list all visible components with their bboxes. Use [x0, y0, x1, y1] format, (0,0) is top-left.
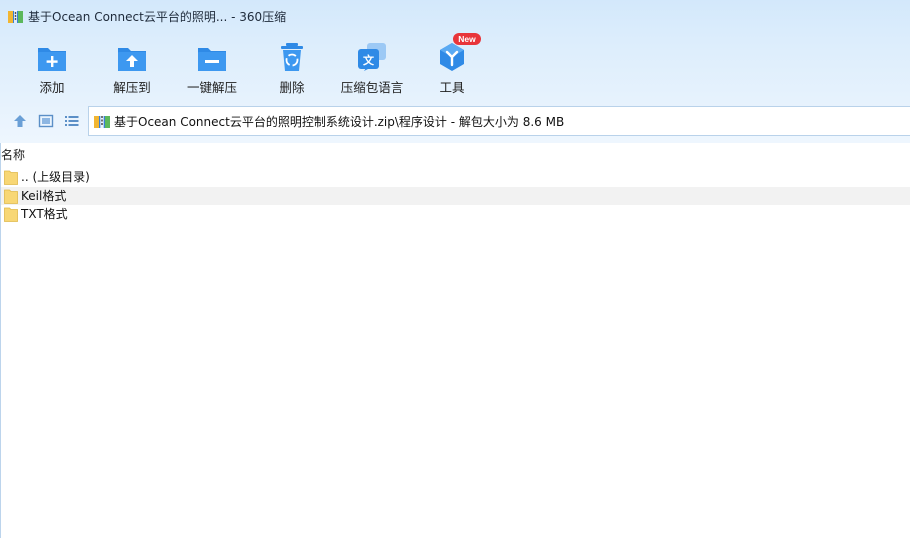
folder-add-icon — [38, 48, 66, 71]
folder-icon — [4, 189, 18, 204]
new-badge: New — [453, 33, 481, 45]
address-bar[interactable]: 基于Ocean Connect云平台的照明控制系统设计.zip\程序设计 - 解… — [88, 106, 910, 136]
svg-text:文: 文 — [363, 53, 375, 67]
delete-label: 删除 — [279, 80, 305, 95]
thumbnail-view-icon[interactable] — [37, 112, 55, 130]
delete-button[interactable]: 删除 — [252, 38, 332, 98]
address-path: 基于Ocean Connect云平台的照明控制系统设计.zip\程序设计 - 解… — [114, 115, 565, 129]
add-button[interactable]: 添加 — [12, 38, 92, 98]
zip-archive-icon — [94, 114, 110, 128]
window-title: 基于Ocean Connect云平台的照明... - 360压缩 — [28, 10, 287, 24]
window-left-border — [0, 143, 1, 538]
translate-icon: 文 — [358, 43, 386, 71]
title-bar[interactable]: 基于Ocean Connect云平台的照明... - 360压缩 — [0, 0, 910, 34]
folder-icon — [4, 170, 18, 185]
tools-hexagon-icon — [440, 43, 464, 71]
tools-label: 工具 — [439, 80, 465, 95]
name-column-header[interactable]: 名称 — [0, 145, 910, 165]
tools-button[interactable]: 工具 — [412, 38, 492, 98]
one-click-extract-label: 一键解压 — [186, 80, 237, 95]
recycle-bin-icon — [281, 43, 303, 71]
add-label: 添加 — [39, 80, 65, 95]
one-click-extract-button[interactable]: 一键解压 — [172, 38, 252, 98]
list-item-parent-directory[interactable]: .. (上级目录) — [0, 168, 910, 186]
folder-extract-icon — [118, 48, 146, 71]
name-column-label: 名称 — [1, 148, 26, 162]
list-item-name: TXT格式 — [21, 207, 68, 221]
folder-minus-icon — [198, 48, 226, 71]
list-item-name: .. (上级目录) — [21, 170, 90, 184]
extract-to-button[interactable]: 解压到 — [92, 38, 172, 98]
extract-to-label: 解压到 — [113, 80, 151, 95]
up-arrow-icon[interactable] — [11, 112, 29, 130]
archive-app-icon — [8, 10, 23, 23]
list-item-name: Keil格式 — [21, 189, 67, 203]
archive-language-button[interactable]: 文 压缩包语言 — [332, 38, 412, 98]
list-view-icon[interactable] — [63, 112, 81, 130]
folder-icon — [4, 207, 18, 222]
archive-language-label: 压缩包语言 — [340, 80, 404, 95]
list-item-txt[interactable]: TXT格式 — [0, 205, 910, 223]
list-item-keil[interactable]: Keil格式 — [0, 187, 910, 205]
